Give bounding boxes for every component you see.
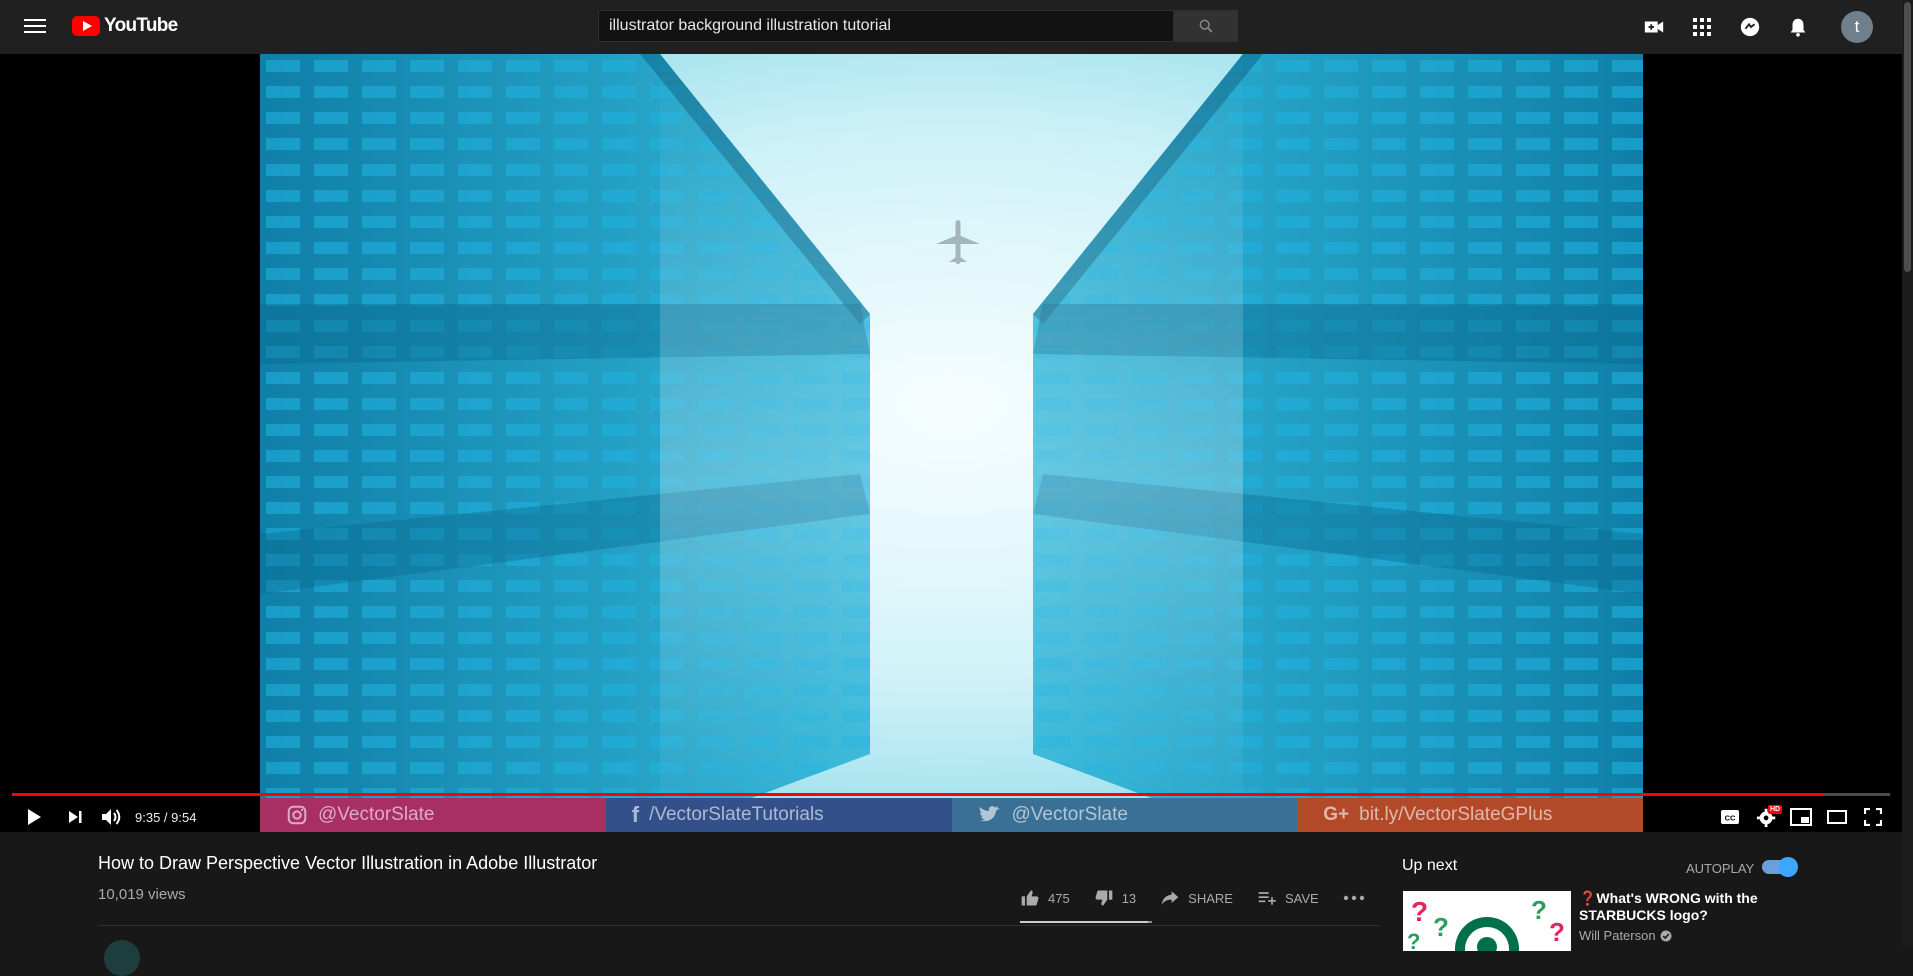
search-icon — [1199, 19, 1213, 33]
share-arrow-icon — [1161, 891, 1179, 905]
video-camera-icon — [1644, 21, 1664, 33]
notifications-button[interactable] — [1786, 15, 1810, 39]
messages-icon — [1740, 17, 1760, 37]
svg-text:?: ? — [1433, 912, 1449, 942]
captions-button[interactable]: CC — [1718, 805, 1742, 829]
channel-avatar-partial[interactable] — [104, 940, 140, 976]
guide-menu-icon[interactable] — [24, 16, 46, 34]
video-title: How to Draw Perspective Vector Illustrat… — [98, 853, 598, 873]
autoplay-label: AUTOPLAY — [1686, 861, 1755, 876]
save-button[interactable]: SAVE — [1257, 889, 1319, 907]
svg-text:?: ? — [1531, 895, 1547, 925]
skip-next-icon — [69, 811, 82, 823]
settings-button[interactable]: HD — [1754, 805, 1783, 829]
svg-text:?: ? — [1411, 896, 1428, 927]
recommendation-channel[interactable]: Will Paterson — [1579, 928, 1672, 943]
volume-button[interactable] — [98, 805, 124, 829]
share-button[interactable]: SHARE — [1160, 889, 1233, 907]
svg-text:CC: CC — [1725, 814, 1736, 823]
progress-bar[interactable] — [12, 793, 1890, 796]
player-controls: 9:35 / 9:54 CC HD — [0, 802, 1902, 832]
more-actions-button[interactable] — [1343, 895, 1365, 901]
save-label: SAVE — [1284, 890, 1319, 906]
fullscreen-button[interactable] — [1860, 805, 1886, 829]
autoplay-toggle-knob — [1778, 857, 1798, 877]
like-count: 475 — [1048, 890, 1070, 906]
search-box — [598, 10, 1238, 42]
bell-icon — [1790, 18, 1806, 37]
messages-button[interactable] — [1738, 15, 1762, 39]
video-frame[interactable]: @VectorSlate f /VectorSlateTutorials @Ve… — [260, 54, 1643, 832]
starbucks-question-thumbnail: ? ? ? ? ? — [1403, 891, 1571, 951]
svg-text:?: ? — [1549, 917, 1565, 947]
thumbs-down-icon — [1095, 890, 1113, 906]
apps-grid-icon — [1693, 18, 1711, 36]
search-button[interactable] — [1174, 10, 1238, 42]
dislike-count: 13 — [1121, 890, 1137, 906]
video-actions: 475 13 SHARE SAVE — [1020, 885, 1389, 911]
fullscreen-icon — [1864, 808, 1882, 826]
view-count: 10,019 views — [98, 886, 186, 903]
like-button[interactable]: 475 — [1020, 888, 1070, 908]
svg-text:?: ? — [1407, 929, 1420, 951]
up-next-label: Up next — [1402, 857, 1458, 874]
hd-badge: HD — [1768, 805, 1783, 814]
create-video-button[interactable] — [1642, 15, 1666, 39]
play-button[interactable] — [22, 805, 46, 829]
sentiment-bar — [1020, 921, 1152, 923]
share-label: SHARE — [1188, 890, 1233, 906]
logo-text: YouTube — [104, 15, 178, 36]
closed-captions-icon: CC — [1721, 810, 1739, 824]
theater-mode-button[interactable] — [1824, 805, 1850, 829]
account-avatar[interactable]: t — [1841, 11, 1873, 43]
video-player[interactable]: @VectorSlate f /VectorSlateTutorials @Ve… — [0, 54, 1902, 832]
recommendation-thumbnail[interactable]: ? ? ? ? ? — [1403, 891, 1571, 951]
youtube-logo[interactable]: YouTube — [72, 14, 178, 38]
info-divider — [98, 925, 1380, 926]
scrollbar-thumb[interactable] — [1904, 2, 1911, 272]
sentiment-bar-likes — [1020, 921, 1149, 923]
theater-mode-icon — [1827, 810, 1847, 824]
volume-icon — [102, 809, 121, 825]
miniplayer-icon — [1790, 808, 1812, 826]
dislike-button[interactable]: 13 — [1094, 888, 1136, 908]
autoplay-toggle[interactable] — [1762, 857, 1798, 877]
apps-button[interactable] — [1690, 15, 1714, 39]
next-button[interactable] — [63, 805, 87, 829]
progress-bar-played — [12, 793, 1825, 796]
search-input[interactable] — [598, 10, 1174, 42]
video-content-illustration — [260, 54, 1643, 832]
thumbs-up-icon — [1021, 890, 1039, 906]
more-horizontal-icon — [1343, 895, 1364, 901]
miniplayer-button[interactable] — [1788, 805, 1814, 829]
time-display: 9:35 / 9:54 — [135, 810, 197, 825]
recommendation-title[interactable]: ❓What's WRONG with the STARBUCKS logo? — [1579, 890, 1779, 924]
page-scrollbar[interactable] — [1902, 0, 1913, 946]
recommendation-channel-name: Will Paterson — [1579, 928, 1656, 943]
youtube-play-logo-icon — [72, 16, 100, 36]
playlist-add-icon — [1258, 892, 1276, 905]
play-icon — [28, 809, 41, 825]
verified-check-icon — [1660, 930, 1672, 941]
masthead: YouTube t — [0, 0, 1913, 54]
